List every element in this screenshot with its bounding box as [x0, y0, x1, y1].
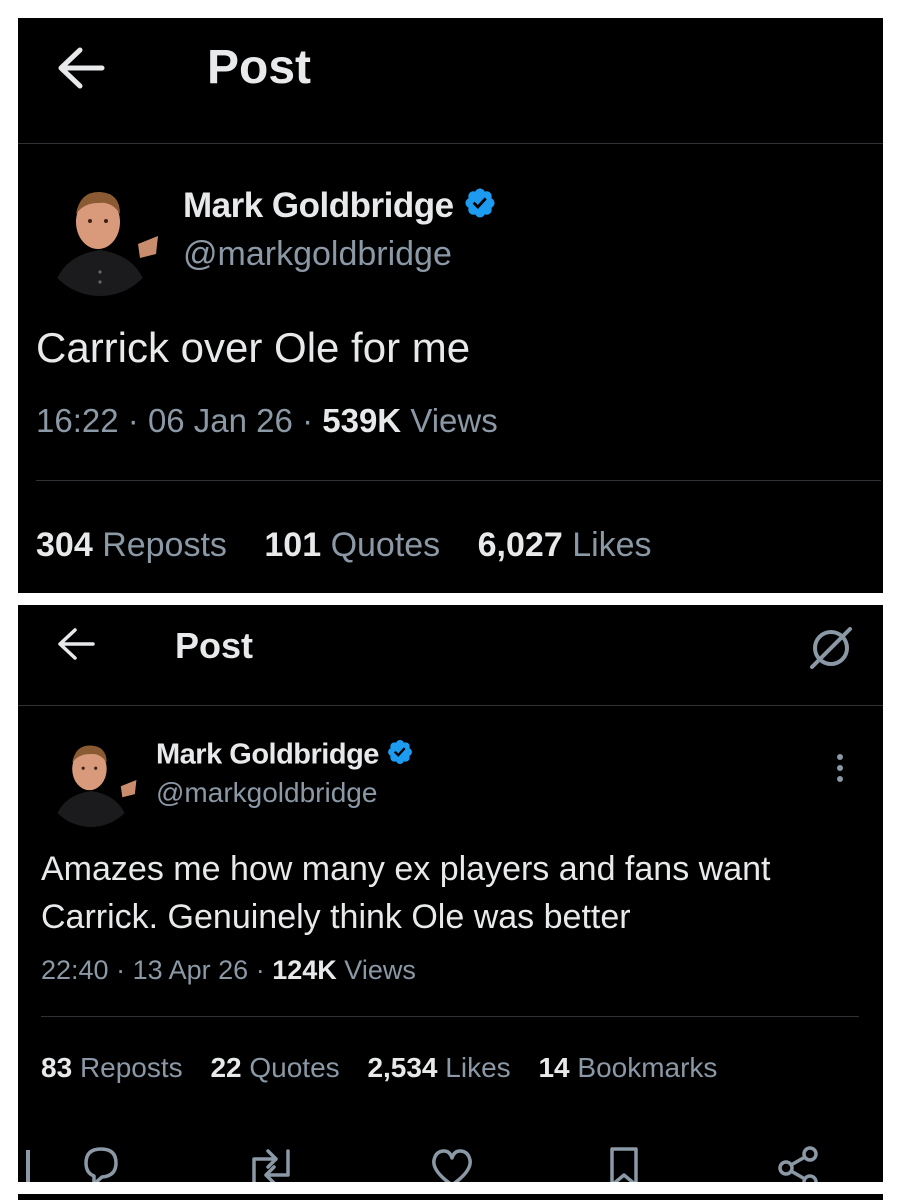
- likes-label: Likes: [572, 526, 652, 564]
- author-handle[interactable]: @markgoldbridge: [183, 235, 452, 274]
- repost-icon[interactable]: [246, 1145, 296, 1182]
- author-name-text[interactable]: Mark Goldbridge: [156, 739, 379, 771]
- post-date[interactable]: 06 Jan 26: [148, 402, 293, 439]
- quotes-count: 101: [264, 526, 322, 564]
- header-divider: [18, 705, 883, 706]
- likes-label: Likes: [445, 1052, 511, 1083]
- post-time[interactable]: 16:22: [36, 402, 119, 439]
- back-arrow-icon[interactable]: [56, 627, 96, 661]
- next-screenshot-edge: [18, 1194, 883, 1200]
- bookmarks-stat[interactable]: 14 Bookmarks: [538, 1052, 717, 1084]
- author-handle[interactable]: @markgoldbridge: [156, 777, 377, 809]
- meta-separator: ·: [127, 402, 139, 439]
- views-label: Views: [344, 955, 416, 985]
- views-count: 539K: [322, 402, 402, 439]
- reposts-stat[interactable]: 304 Reposts: [36, 526, 227, 565]
- reposts-label: Reposts: [79, 1052, 183, 1083]
- reposts-count: 83: [41, 1052, 73, 1083]
- page-title: Post: [207, 41, 312, 94]
- views-label: Views: [410, 402, 498, 439]
- share-icon[interactable]: [776, 1145, 820, 1182]
- bookmarks-label: Bookmarks: [577, 1052, 718, 1083]
- post-time[interactable]: 22:40: [41, 955, 109, 985]
- meta-separator: ·: [255, 955, 265, 985]
- engagement-stats: 83 Reposts 22 Quotes 2,534 Likes 14 Book…: [41, 1052, 717, 1084]
- post-meta: 16:22 · 06 Jan 26 · 539K Views: [36, 402, 498, 440]
- views-count: 124K: [272, 955, 337, 985]
- header-divider: [18, 143, 883, 144]
- post-meta: 22:40 · 13 Apr 26 · 124K Views: [41, 955, 416, 986]
- author-name[interactable]: Mark Goldbridge: [156, 738, 414, 774]
- post-date[interactable]: 13 Apr 26: [133, 955, 249, 985]
- author-name-text[interactable]: Mark Goldbridge: [183, 186, 454, 225]
- post-screenshot-2: Post Mark Goldbridge @markgoldbridge Ama…: [18, 605, 883, 1182]
- meta-divider: [41, 1016, 859, 1017]
- verified-badge-icon: [463, 186, 497, 229]
- grok-icon[interactable]: [806, 623, 856, 678]
- quotes-label: Quotes: [249, 1052, 340, 1083]
- reposts-count: 304: [36, 526, 93, 564]
- back-arrow-icon[interactable]: [56, 46, 106, 90]
- meta-divider: [36, 480, 881, 481]
- page-title: Post: [175, 625, 254, 666]
- quotes-stat[interactable]: 101 Quotes: [264, 526, 440, 565]
- avatar[interactable]: [40, 176, 160, 296]
- like-icon[interactable]: [428, 1147, 476, 1182]
- likes-stat[interactable]: 2,534 Likes: [367, 1052, 510, 1084]
- bookmark-icon[interactable]: [606, 1145, 642, 1182]
- post-text: Amazes me how many ex players and fans w…: [41, 845, 876, 941]
- reposts-stat[interactable]: 83 Reposts: [41, 1052, 183, 1084]
- likes-stat[interactable]: 6,027 Likes: [478, 526, 652, 565]
- likes-count: 6,027: [477, 526, 563, 564]
- author-name[interactable]: Mark Goldbridge: [183, 186, 497, 229]
- scrollbar-edge: [26, 1150, 30, 1182]
- post-text-line: Amazes me how many ex players and fans w…: [41, 850, 771, 888]
- meta-separator: ·: [302, 402, 314, 439]
- more-options-icon[interactable]: [830, 751, 850, 792]
- post-screenshot-1: Post Mark Goldbridge @markgoldbridge Car…: [18, 18, 883, 593]
- engagement-stats: 304 Reposts 101 Quotes 6,027 Likes: [36, 526, 652, 565]
- meta-separator: ·: [116, 955, 126, 985]
- reply-icon[interactable]: [78, 1143, 124, 1182]
- post-text: Carrick over Ole for me: [36, 324, 471, 371]
- quotes-count: 22: [210, 1052, 242, 1083]
- avatar[interactable]: [44, 733, 138, 827]
- likes-count: 2,534: [367, 1052, 438, 1083]
- post-text-line: Carrick. Genuinely think Ole was better: [41, 898, 631, 936]
- verified-badge-icon: [386, 738, 414, 774]
- quotes-stat[interactable]: 22 Quotes: [210, 1052, 339, 1084]
- quotes-label: Quotes: [330, 526, 441, 564]
- reposts-label: Reposts: [102, 526, 227, 564]
- bookmarks-count: 14: [538, 1052, 570, 1083]
